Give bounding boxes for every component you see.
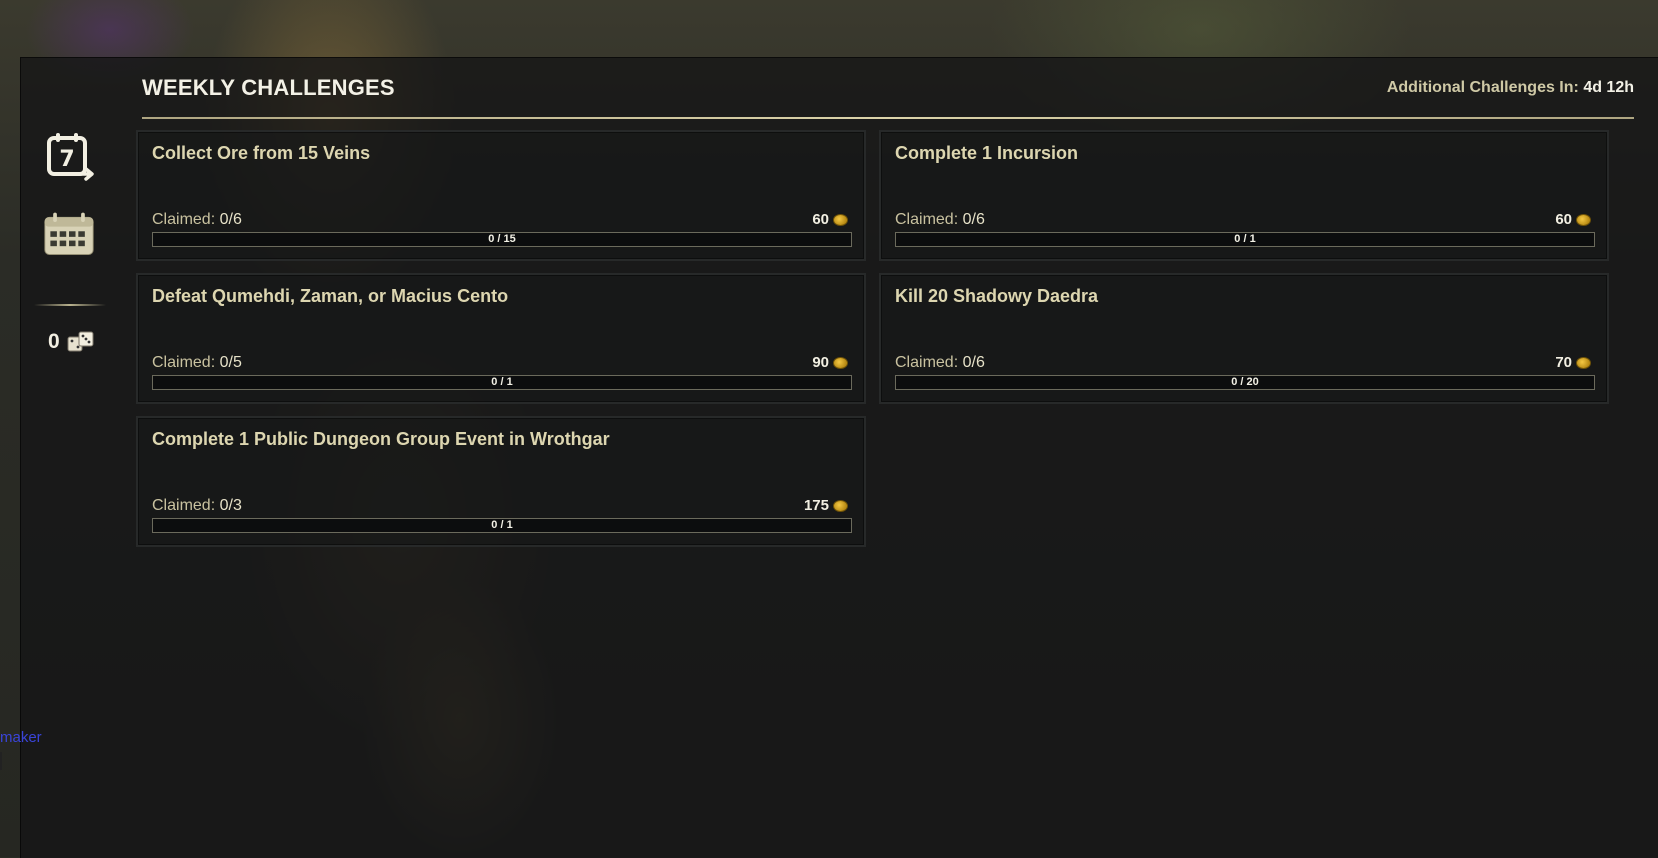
- sidebar-divider: [34, 304, 106, 306]
- reward-amount: 175: [803, 497, 829, 514]
- endeavor-seal-icon: [833, 356, 848, 369]
- challenge-card[interactable]: Collect Ore from 15 Veins Claimed: 0/6 6…: [136, 130, 866, 261]
- endeavor-seal-icon: [833, 213, 848, 226]
- progress-bar: 0 / 15: [152, 232, 852, 247]
- claimed-count: 0/6: [962, 354, 985, 371]
- weekly-challenges-button[interactable]: 7: [42, 130, 96, 184]
- svg-text:7: 7: [59, 147, 74, 172]
- reward-amount: 60: [812, 211, 829, 228]
- challenge-title: Complete 1 Incursion: [895, 143, 1079, 163]
- challenge-reward: 60: [1555, 211, 1591, 228]
- challenge-claimed: Claimed: 0/5: [152, 354, 242, 372]
- challenge-claimed: Claimed: 0/6: [895, 354, 985, 372]
- challenge-claimed: Claimed: 0/6: [895, 211, 985, 229]
- calendar-button[interactable]: [42, 208, 96, 262]
- reward-amount: 70: [1555, 354, 1572, 371]
- claimed-count: 0/6: [962, 211, 985, 228]
- dice-icon: [67, 331, 94, 352]
- additional-challenges-value: 4d 12h: [1583, 79, 1634, 96]
- challenge-card[interactable]: Complete 1 Incursion Claimed: 0/6 60 0 /…: [879, 130, 1609, 261]
- challenge-reward: 60: [812, 211, 848, 228]
- challenge-reward: 175: [804, 497, 848, 514]
- progress-text: 0 / 15: [488, 233, 516, 245]
- challenge-card[interactable]: Complete 1 Public Dungeon Group Event in…: [136, 416, 866, 547]
- currency-amount: 0: [48, 330, 60, 353]
- background-chat-fragment-mark: [0, 752, 2, 770]
- progress-text: 0 / 1: [491, 519, 513, 531]
- progress-bar: 0 / 1: [152, 375, 852, 390]
- claimed-count: 0/5: [219, 354, 242, 371]
- sidebar: 7 0: [20, 57, 117, 857]
- progress-bar: 0 / 1: [152, 518, 852, 533]
- challenge-claimed: Claimed: 0/6: [152, 211, 242, 229]
- challenge-reward: 90: [812, 354, 848, 371]
- calendar-icon: [44, 212, 94, 256]
- challenge-claimed: Claimed: 0/3: [152, 497, 242, 515]
- seal-currency: 0: [48, 327, 96, 357]
- header-divider: [142, 117, 1634, 119]
- page-title: WEEKLY CHALLENGES: [142, 75, 395, 100]
- challenge-card[interactable]: Kill 20 Shadowy Daedra Claimed: 0/6 70 0…: [879, 273, 1609, 404]
- challenge-card[interactable]: Defeat Qumehdi, Zaman, or Macius Cento C…: [136, 273, 866, 404]
- reward-amount: 60: [1555, 211, 1572, 228]
- challenge-title: Collect Ore from 15 Veins: [152, 143, 371, 163]
- claimed-label: Claimed:: [152, 211, 216, 228]
- claimed-label: Claimed:: [152, 354, 216, 371]
- weekly-calendar-7-icon: 7: [47, 133, 94, 181]
- additional-challenges-timer: Additional Challenges In: 4d 12h: [1387, 79, 1634, 97]
- challenge-title: Defeat Qumehdi, Zaman, or Macius Cento: [152, 286, 509, 306]
- challenge-title: Complete 1 Public Dungeon Group Event in…: [152, 429, 610, 449]
- claimed-count: 0/3: [219, 497, 242, 514]
- progress-text: 0 / 1: [1234, 233, 1256, 245]
- challenge-title: Kill 20 Shadowy Daedra: [895, 286, 1099, 306]
- endeavor-seal-icon: [1576, 356, 1591, 369]
- reward-amount: 90: [812, 354, 829, 371]
- claimed-label: Claimed:: [895, 211, 959, 228]
- claimed-count: 0/6: [219, 211, 242, 228]
- additional-challenges-label: Additional Challenges In:: [1386, 79, 1579, 96]
- progress-bar: 0 / 1: [895, 232, 1595, 247]
- endeavor-seal-icon: [833, 499, 848, 512]
- progress-text: 0 / 20: [1231, 376, 1259, 388]
- claimed-label: Claimed:: [152, 497, 216, 514]
- progress-text: 0 / 1: [491, 376, 513, 388]
- challenge-reward: 70: [1555, 354, 1591, 371]
- claimed-label: Claimed:: [895, 354, 959, 371]
- challenges-grid: Collect Ore from 15 Veins Claimed: 0/6 6…: [136, 130, 1609, 547]
- progress-bar: 0 / 20: [895, 375, 1595, 390]
- endeavor-seal-icon: [1576, 213, 1591, 226]
